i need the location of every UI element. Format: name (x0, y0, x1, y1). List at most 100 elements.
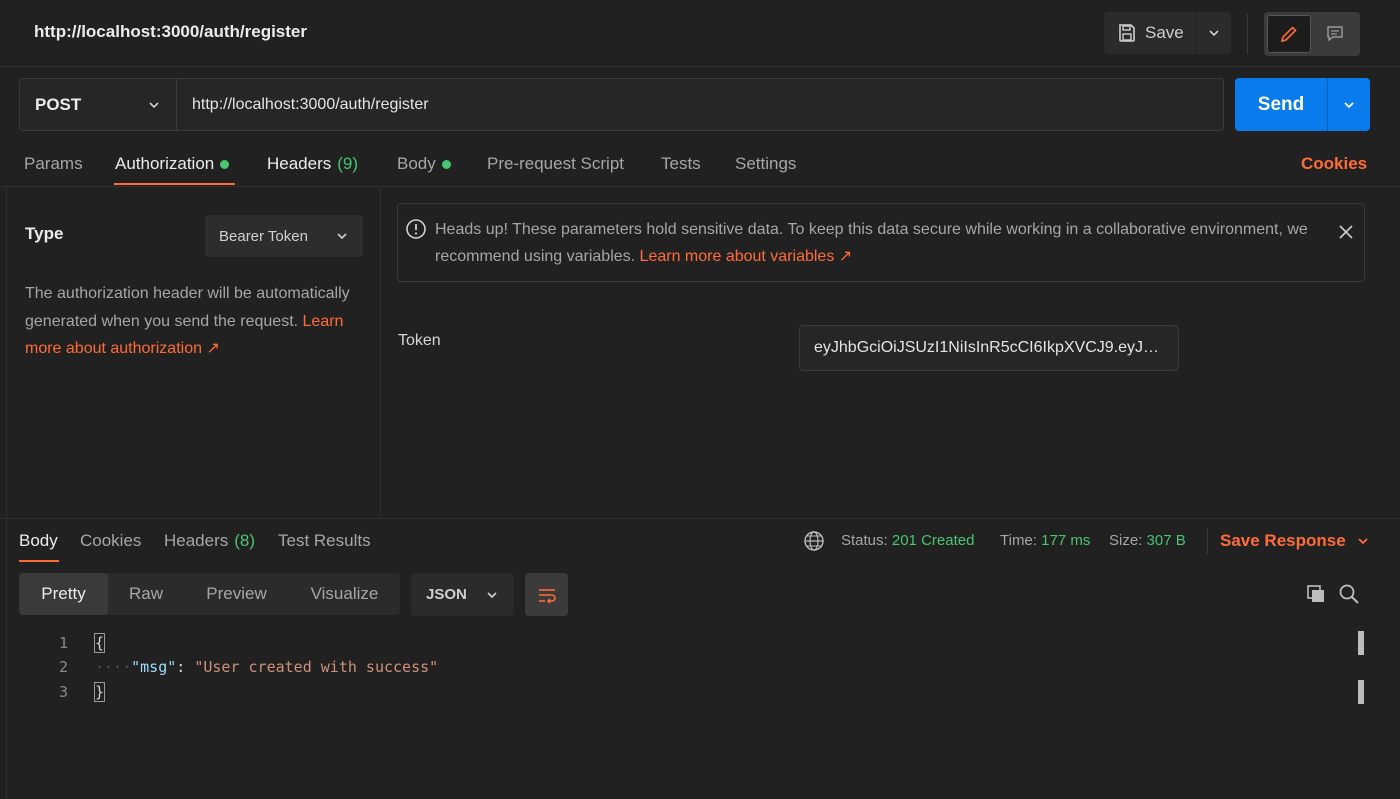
time-info: Time: 177 ms (1000, 532, 1090, 549)
tab-headers[interactable]: Headers (9) (267, 154, 358, 174)
modified-dot (220, 159, 230, 169)
view-tab-raw[interactable]: Raw (108, 573, 184, 615)
time-label: Time: (1000, 532, 1037, 549)
response-tab-headers-label: Headers (164, 531, 229, 550)
method-value: POST (35, 94, 82, 114)
response-tab-cookies[interactable]: Cookies (80, 531, 141, 551)
save-response-button[interactable]: Save Response (1220, 531, 1370, 551)
wrap-lines-button[interactable] (525, 573, 568, 616)
close-brace: } (93, 682, 106, 702)
tab-authorization[interactable]: Authorization (115, 154, 230, 174)
indent-guide: ···· (95, 658, 132, 676)
wrap-icon (536, 584, 558, 606)
header-separator (0, 66, 1400, 67)
url-value: http://localhost:3000/auth/register (192, 95, 429, 113)
tab-body[interactable]: Body (397, 154, 451, 174)
send-button[interactable]: Send (1235, 78, 1327, 131)
tab-body-label: Body (397, 154, 436, 173)
panel-divider (380, 187, 381, 518)
tab-prerequest-script[interactable]: Pre-request Script (487, 154, 624, 174)
response-separator (0, 518, 1400, 519)
scrollbar-marker[interactable] (1358, 631, 1364, 655)
globe-icon[interactable] (803, 530, 825, 552)
tab-params[interactable]: Params (24, 154, 83, 174)
modified-dot (441, 159, 451, 169)
response-tab-cookies-label: Cookies (80, 531, 142, 550)
cookies-link[interactable]: Cookies (1301, 154, 1367, 174)
learn-more-variables-link[interactable]: Learn more about variables ↗ (640, 248, 853, 265)
tab-authorization-label: Authorization (115, 154, 215, 173)
active-tab-indicator (114, 183, 235, 185)
response-tab-body[interactable]: Body (19, 531, 58, 551)
auth-type-value: Bearer Token (219, 227, 308, 245)
code-line: ····"msg": "User created with success" (95, 658, 438, 676)
format-select[interactable]: JSON (411, 573, 514, 616)
chevron-down-icon (147, 98, 161, 112)
save-response-label: Save Response (1220, 531, 1346, 550)
active-response-tab-indicator (19, 560, 59, 562)
chevron-down-icon (335, 229, 349, 243)
size-label: Size: (1109, 532, 1143, 549)
tab-params-label: Params (24, 154, 83, 173)
token-label: Token (398, 332, 441, 349)
header-divider (1247, 14, 1248, 54)
auth-type-select[interactable]: Bearer Token (205, 215, 363, 257)
response-tab-test-results[interactable]: Test Results (278, 531, 371, 551)
tab-settings-label: Settings (735, 154, 797, 173)
token-input[interactable]: eyJhbGciOiJSUzI1NiIsInR5cCI6IkpXVCJ9.eyJ… (799, 325, 1179, 371)
line-number: 3 (58, 683, 68, 701)
code-line: { (93, 633, 106, 653)
method-select[interactable]: POST (19, 78, 177, 131)
response-headers-count: (8) (234, 531, 256, 550)
scrollbar-marker[interactable] (1358, 680, 1364, 704)
panel-left-border (6, 187, 7, 799)
response-tab-headers[interactable]: Headers (8) (164, 531, 255, 551)
save-button-label: Save (1145, 23, 1184, 42)
response-divider (1207, 528, 1208, 554)
tab-tests[interactable]: Tests (661, 154, 701, 174)
view-tab-visualize[interactable]: Visualize (289, 573, 400, 615)
comment-icon (1325, 24, 1345, 44)
chevron-down-icon (1356, 534, 1370, 548)
response-view-tabs: Pretty Raw Preview Visualize (19, 573, 400, 615)
url-input[interactable]: http://localhost:3000/auth/register (176, 78, 1224, 131)
info-icon (405, 218, 427, 240)
search-icon[interactable] (1338, 583, 1360, 605)
sensitive-data-warning: Heads up! These parameters hold sensitiv… (397, 203, 1365, 282)
chevron-down-icon (1342, 98, 1356, 112)
close-icon[interactable] (1337, 223, 1355, 241)
response-tab-test-results-label: Test Results (278, 531, 371, 550)
json-colon: : (176, 658, 195, 676)
tab-settings[interactable]: Settings (735, 154, 796, 174)
time-value: 177 ms (1041, 532, 1091, 549)
format-value: JSON (426, 586, 467, 603)
pencil-icon (1279, 24, 1299, 44)
auth-type-label: Type (25, 224, 64, 243)
line-number: 2 (58, 658, 68, 676)
request-title[interactable]: http://localhost:3000/auth/register (34, 22, 307, 42)
view-tab-preview[interactable]: Preview (184, 573, 289, 615)
save-options-button[interactable] (1197, 12, 1231, 54)
save-icon (1117, 23, 1137, 43)
view-tab-pretty[interactable]: Pretty (19, 573, 108, 615)
tabs-separator (0, 186, 1400, 187)
token-value: eyJhbGciOiJSUzI1NiIsInR5cCI6IkpXVCJ9.eyJ… (814, 339, 1164, 356)
status-info: Status: 201 Created (841, 532, 974, 549)
size-value: 307 B (1146, 532, 1186, 549)
chevron-down-icon (1207, 26, 1221, 40)
open-brace: { (93, 633, 106, 653)
chevron-down-icon (485, 588, 499, 602)
copy-icon[interactable] (1305, 583, 1327, 605)
auth-description-text: The authorization header will be automat… (25, 285, 350, 330)
save-button[interactable]: Save (1104, 12, 1196, 54)
json-key: "msg" (131, 658, 177, 676)
status-label: Status: (841, 532, 888, 549)
line-number: 1 (58, 634, 68, 652)
size-info: Size: 307 B (1109, 532, 1186, 549)
edit-mode-button[interactable] (1267, 15, 1311, 53)
code-line: } (93, 682, 106, 702)
json-string-value: "User created with success" (194, 658, 439, 676)
comment-mode-button[interactable] (1313, 15, 1357, 53)
send-options-button[interactable] (1327, 78, 1370, 131)
mode-toggle (1264, 12, 1360, 56)
